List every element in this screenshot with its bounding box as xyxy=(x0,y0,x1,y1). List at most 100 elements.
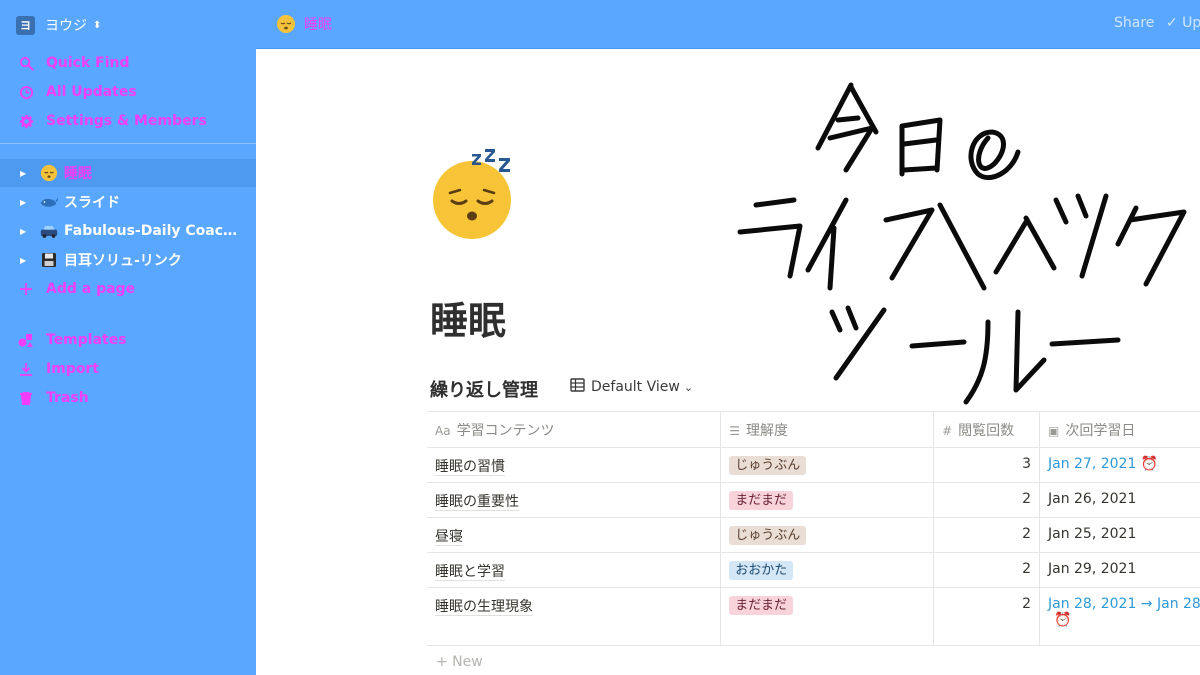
import-link[interactable]: Import xyxy=(18,358,99,380)
chevron-up-down-icon: ⬍ xyxy=(93,19,102,31)
column-header-date[interactable]: ▣ 次回学習日 xyxy=(1039,411,1200,448)
expand-triangle-icon[interactable]: ▶ xyxy=(20,169,32,178)
breadcrumb[interactable]: 睡眠 xyxy=(276,14,332,34)
workspace-name: ヨウジ xyxy=(45,18,87,34)
search-icon xyxy=(18,55,34,71)
cell-content[interactable]: 睡眠の習慣 xyxy=(427,447,722,483)
cell-content[interactable]: 睡眠の重要性 xyxy=(427,482,722,518)
cell-count[interactable]: 3 xyxy=(933,447,1040,483)
trash-label: Trash xyxy=(46,390,89,406)
column-header-level[interactable]: ☰ 理解度 xyxy=(720,411,935,448)
templates-icon xyxy=(18,332,34,348)
level-tag: じゅうぶん xyxy=(729,456,807,475)
cell-count[interactable]: 2 xyxy=(933,482,1040,518)
table-header-row: Aa 学習コンテンツ ☰ 理解度 # 閲覧回数 ▣ 次回学習日 xyxy=(427,411,1200,448)
expand-triangle-icon[interactable]: ▶ xyxy=(20,198,32,207)
sidebar-page-label: 睡眠 xyxy=(64,166,92,182)
updates-button[interactable]: ✓ Up xyxy=(1166,15,1200,31)
all-updates-label: All Updates xyxy=(46,84,137,100)
database-table: Aa 学習コンテンツ ☰ 理解度 # 閲覧回数 ▣ 次回学習日 睡眠の習慣 じゅうぶん … xyxy=(427,411,1200,646)
sidebar-page-label: 目耳ソリュ-リンク xyxy=(64,253,182,269)
level-tag: まだまだ xyxy=(729,491,793,510)
level-tag: おおかた xyxy=(729,561,794,580)
sidebar-page-slides[interactable]: ▶ スライド xyxy=(0,188,256,216)
workspace-switcher[interactable]: ヨ ヨウジ ⬍ xyxy=(16,14,101,36)
table-row[interactable]: 睡眠の習慣 じゅうぶん 3 Jan 27, 2021 ⏰ xyxy=(427,447,1200,483)
text-property-icon: Aa xyxy=(435,423,451,438)
alarm-clock-icon: ⏰ xyxy=(1140,456,1159,472)
sidebar-page-fabulous[interactable]: ▶ Fabulous-Daily Coachin... xyxy=(0,217,256,245)
cell-date[interactable]: Jan 29, 2021 xyxy=(1039,552,1200,588)
number-property-icon: # xyxy=(942,423,953,438)
cell-count[interactable]: 2 xyxy=(933,587,1040,646)
page-content: 睡眠 繰り返し管理 Default View ⌄ Aa 学習コンテンツ ☰ 理解度 … xyxy=(256,50,1200,675)
alarm-clock-icon: ⏰ xyxy=(1053,612,1072,628)
whale-icon xyxy=(38,193,60,211)
clock-icon xyxy=(18,84,34,100)
cell-date[interactable]: Jan 27, 2021 ⏰ xyxy=(1039,447,1200,483)
page-title[interactable]: 睡眠 xyxy=(430,290,506,345)
cell-count[interactable]: 2 xyxy=(933,552,1040,588)
cell-level[interactable]: じゅうぶん xyxy=(720,447,935,483)
level-tag: まだまだ xyxy=(729,596,793,615)
cell-date[interactable]: Jan 25, 2021 xyxy=(1039,517,1200,553)
sidebar-page-sleep[interactable]: ▶ 睡眠 xyxy=(0,159,256,187)
column-header-count[interactable]: # 閲覧回数 xyxy=(933,411,1040,448)
trash-link[interactable]: Trash xyxy=(18,387,89,409)
workspace-logo: ヨ xyxy=(16,15,35,35)
sidebar-page-label: スライド xyxy=(64,195,120,211)
quick-find-link[interactable]: Quick Find xyxy=(18,52,130,74)
gear-icon xyxy=(18,113,34,129)
import-label: Import xyxy=(46,361,100,377)
templates-label: Templates xyxy=(46,332,127,348)
add-page-button[interactable]: Add a page xyxy=(18,278,135,300)
cell-date[interactable]: Jan 28, 2021 → Jan 28, ⏰ xyxy=(1039,587,1200,646)
cell-content[interactable]: 睡眠の生理現象 xyxy=(427,587,722,646)
top-bar: 睡眠 Share ✓ Up xyxy=(256,0,1200,49)
sidebar-page-link[interactable]: ▶ 目耳ソリュ-リンク xyxy=(0,246,256,274)
cell-level[interactable]: まだまだ xyxy=(720,587,935,646)
table-view-icon xyxy=(570,378,585,396)
add-page-label: Add a page xyxy=(46,281,136,297)
plus-icon xyxy=(18,281,34,297)
download-icon xyxy=(18,361,34,377)
table-row[interactable]: 睡眠の生理現象 まだまだ 2 Jan 28, 2021 → Jan 28, ⏰ xyxy=(427,587,1200,646)
cell-level[interactable]: おおかた xyxy=(720,552,935,588)
select-property-icon: ☰ xyxy=(729,423,740,438)
sleeping-face-icon xyxy=(277,15,295,33)
expand-triangle-icon[interactable]: ▶ xyxy=(20,256,32,265)
database-title[interactable]: 繰り返し管理 xyxy=(430,376,538,402)
cell-level[interactable]: じゅうぶん xyxy=(720,517,935,553)
sleeping-face-icon xyxy=(38,164,60,182)
quick-find-label: Quick Find xyxy=(46,55,130,71)
view-label: Default View xyxy=(591,379,680,395)
table-row[interactable]: 睡眠の重要性 まだまだ 2 Jan 26, 2021 xyxy=(427,482,1200,518)
floppy-disk-icon xyxy=(38,251,60,269)
sidebar-page-label: Fabulous-Daily Coachin... xyxy=(64,223,244,239)
table-row[interactable]: 睡眠と学習 おおかた 2 Jan 29, 2021 xyxy=(427,552,1200,588)
handwritten-headline xyxy=(726,60,1200,434)
breadcrumb-label: 睡眠 xyxy=(304,17,332,33)
expand-triangle-icon[interactable]: ▶ xyxy=(20,227,32,236)
column-header-content[interactable]: Aa 学習コンテンツ xyxy=(427,411,722,448)
cell-date[interactable]: Jan 26, 2021 xyxy=(1039,482,1200,518)
cell-level[interactable]: まだまだ xyxy=(720,482,935,518)
trash-icon xyxy=(18,390,34,406)
calendar-icon: ▣ xyxy=(1047,423,1060,438)
settings-members-link[interactable]: Settings & Members xyxy=(18,110,207,132)
share-button[interactable]: Share xyxy=(1114,15,1154,31)
view-switcher[interactable]: Default View ⌄ xyxy=(570,378,693,396)
cell-content[interactable]: 昼寝 xyxy=(427,517,722,553)
page-icon-sleeping-face[interactable] xyxy=(428,148,520,244)
chevron-down-icon: ⌄ xyxy=(683,380,694,394)
car-icon xyxy=(38,222,60,240)
new-row-button[interactable]: + New xyxy=(436,654,483,670)
cell-content[interactable]: 睡眠と学習 xyxy=(427,552,722,588)
level-tag: じゅうぶん xyxy=(729,526,807,545)
cell-count[interactable]: 2 xyxy=(933,517,1040,553)
all-updates-link[interactable]: All Updates xyxy=(18,81,137,103)
table-row[interactable]: 昼寝 じゅうぶん 2 Jan 25, 2021 xyxy=(427,517,1200,553)
settings-members-label: Settings & Members xyxy=(46,113,207,129)
sidebar: ヨ ヨウジ ⬍ Quick Find All Updates Settings … xyxy=(0,0,256,675)
templates-link[interactable]: Templates xyxy=(18,329,127,351)
